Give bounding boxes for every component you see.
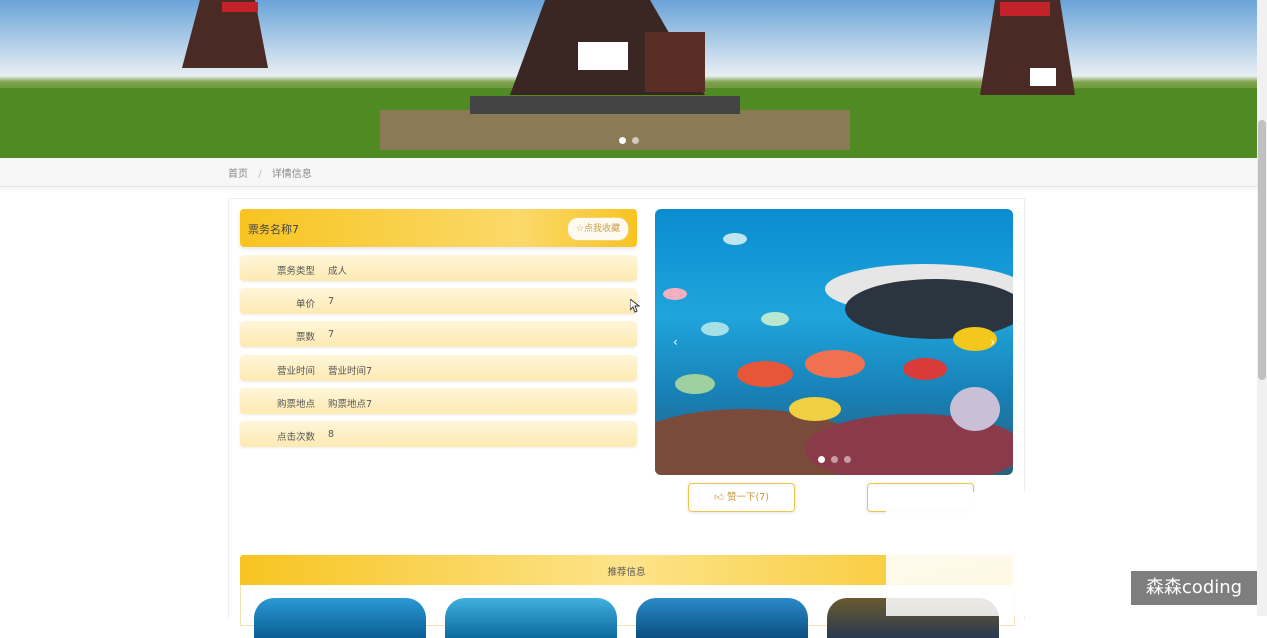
- like-button[interactable]: 👍︎ 赞一下(7): [688, 483, 795, 512]
- breadcrumb-separator: /: [258, 169, 262, 180]
- banner-dots[interactable]: [0, 129, 1257, 148]
- carousel-dot[interactable]: [843, 456, 851, 463]
- recommend-thumbnail[interactable]: [636, 598, 808, 638]
- carousel-dot[interactable]: [830, 456, 838, 463]
- field-value: 8: [328, 429, 335, 440]
- breadcrumb-bar: 首页 / 详情信息: [0, 158, 1257, 187]
- field-value: 购票地点7: [328, 399, 373, 410]
- breadcrumb: 首页 / 详情信息: [228, 165, 312, 180]
- scrollbar-thumb[interactable]: [1258, 120, 1266, 380]
- overlay-mask: [886, 492, 1018, 616]
- field-label: 营业时间: [276, 366, 315, 377]
- detail-title-bar: 票务名称7 ☆点我收藏: [240, 209, 637, 247]
- mouse-cursor-icon: [630, 299, 640, 313]
- carousel-prev-button[interactable]: ‹: [673, 335, 678, 349]
- carousel-dot[interactable]: [817, 456, 825, 463]
- recommend-thumbnail[interactable]: [254, 598, 426, 638]
- field-value: 营业时间7: [328, 366, 373, 377]
- recommend-thumbnail[interactable]: [445, 598, 617, 638]
- field-row: 票务类型 成人: [240, 255, 637, 281]
- breadcrumb-home[interactable]: 首页: [228, 169, 248, 180]
- banner-dot[interactable]: [618, 137, 626, 144]
- field-label: 单价: [295, 299, 315, 310]
- like-label: 赞一下(7): [727, 492, 769, 503]
- field-row: 购票地点 购票地点7: [240, 388, 637, 414]
- page-scrollbar[interactable]: [1257, 0, 1267, 616]
- field-value: 7: [328, 329, 335, 340]
- favorite-button[interactable]: ☆点我收藏: [567, 217, 629, 241]
- banner-carousel: [0, 0, 1257, 158]
- field-row: 点击次数 8: [240, 421, 637, 447]
- coral-reef-image: [655, 233, 1013, 475]
- overlay-mask: [1018, 492, 1130, 616]
- field-row: 单价 7: [240, 288, 637, 314]
- thumbs-up-icon: 👍︎: [714, 492, 724, 503]
- field-label: 点击次数: [276, 432, 315, 443]
- field-row: 营业时间 营业时间7: [240, 355, 637, 381]
- breadcrumb-current: 详情信息: [271, 169, 312, 180]
- carousel-next-button[interactable]: ›: [990, 335, 995, 349]
- field-value: 成人: [328, 266, 348, 277]
- field-label: 票务类型: [276, 266, 315, 277]
- watermark: 森森coding: [1131, 571, 1257, 605]
- field-row: 票数 7: [240, 321, 637, 347]
- ticket-name: 票务名称7: [248, 223, 299, 236]
- field-label: 票数: [295, 332, 315, 343]
- banner-dot[interactable]: [631, 137, 639, 144]
- field-label: 购票地点: [276, 399, 315, 410]
- image-carousel: ‹ ›: [655, 209, 1013, 475]
- field-value: 7: [328, 296, 335, 307]
- carousel-dots[interactable]: [655, 448, 1013, 467]
